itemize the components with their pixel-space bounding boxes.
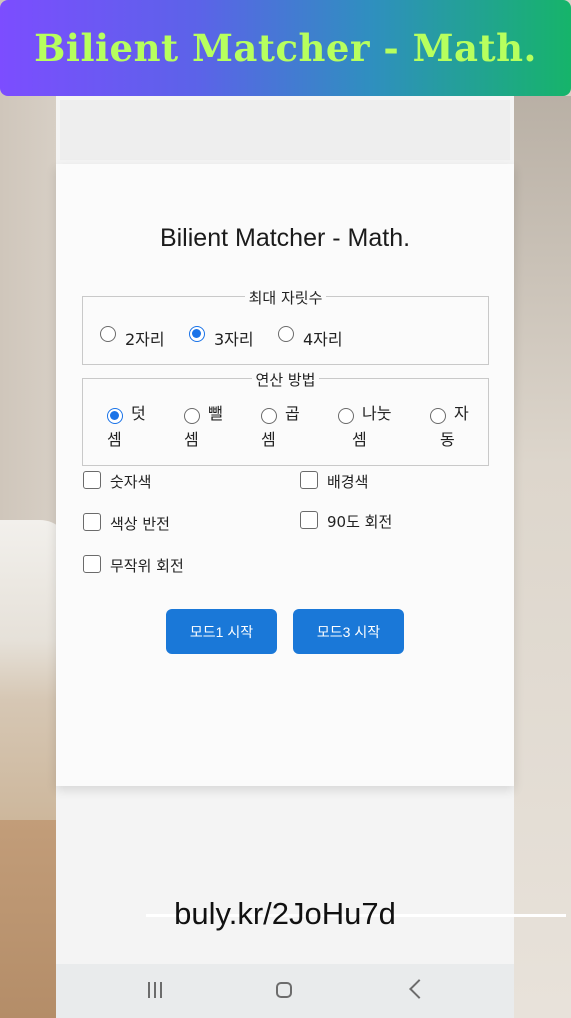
settings-card: Bilient Matcher - Math. 최대 자릿수 2자리 3자리 4… bbox=[56, 164, 514, 786]
banner-title: Bilient Matcher - Math. bbox=[34, 26, 537, 70]
max-digits-legend: 최대 자릿수 bbox=[83, 287, 488, 308]
checkbox-background-color[interactable] bbox=[300, 471, 318, 489]
checkbox-number-color[interactable] bbox=[83, 471, 101, 489]
browser-top-bar bbox=[60, 100, 510, 160]
label-2-digits: 2자리 bbox=[125, 330, 165, 349]
label-subtraction: 뺄 셈 bbox=[184, 404, 223, 449]
checkbox-random-rotate[interactable] bbox=[83, 555, 101, 573]
radio-3-digits[interactable] bbox=[189, 326, 205, 342]
recent-apps-icon[interactable] bbox=[148, 982, 166, 1000]
back-icon[interactable] bbox=[409, 979, 429, 999]
label-4-digits: 4자리 bbox=[303, 330, 343, 349]
label-rotate-90: 90도 회전 bbox=[327, 513, 393, 531]
android-nav-bar bbox=[56, 964, 514, 1018]
label-division: 나눗 셈 bbox=[352, 404, 392, 449]
label-random-rotate: 무작위 회전 bbox=[110, 557, 184, 575]
label-3-digits: 3자리 bbox=[214, 330, 254, 349]
checkbox-invert-color[interactable] bbox=[83, 513, 101, 531]
phone-screen: Bilient Matcher - Math. 최대 자릿수 2자리 3자리 4… bbox=[56, 96, 566, 1018]
label-auto: 자 동 bbox=[440, 404, 469, 449]
label-invert-color: 색상 반전 bbox=[110, 515, 170, 533]
radio-2-digits[interactable] bbox=[100, 326, 116, 342]
checkbox-rotate-90[interactable] bbox=[300, 511, 318, 529]
label-background-color: 배경색 bbox=[327, 473, 369, 491]
label-multiplication: 곱 셈 bbox=[261, 404, 300, 449]
label-number-color: 숫자색 bbox=[110, 473, 152, 491]
operation-group: 연산 방법 덧 셈 뺄 셈 곱 셈 나눗 셈 자 동 bbox=[82, 371, 489, 466]
start-mode1-button[interactable]: 모드1 시작 bbox=[166, 609, 277, 654]
label-addition: 덧 셈 bbox=[107, 404, 146, 449]
home-icon[interactable] bbox=[276, 982, 292, 998]
max-digits-group: 최대 자릿수 2자리 3자리 4자리 bbox=[82, 289, 489, 365]
footer-url[interactable]: buly.kr/2JoHu7d bbox=[56, 896, 514, 932]
title-banner: Bilient Matcher - Math. bbox=[0, 0, 571, 96]
operation-legend: 연산 방법 bbox=[83, 369, 488, 390]
start-mode3-button[interactable]: 모드3 시작 bbox=[293, 609, 404, 654]
radio-4-digits[interactable] bbox=[278, 326, 294, 342]
page-title: Bilient Matcher - Math. bbox=[159, 224, 411, 252]
